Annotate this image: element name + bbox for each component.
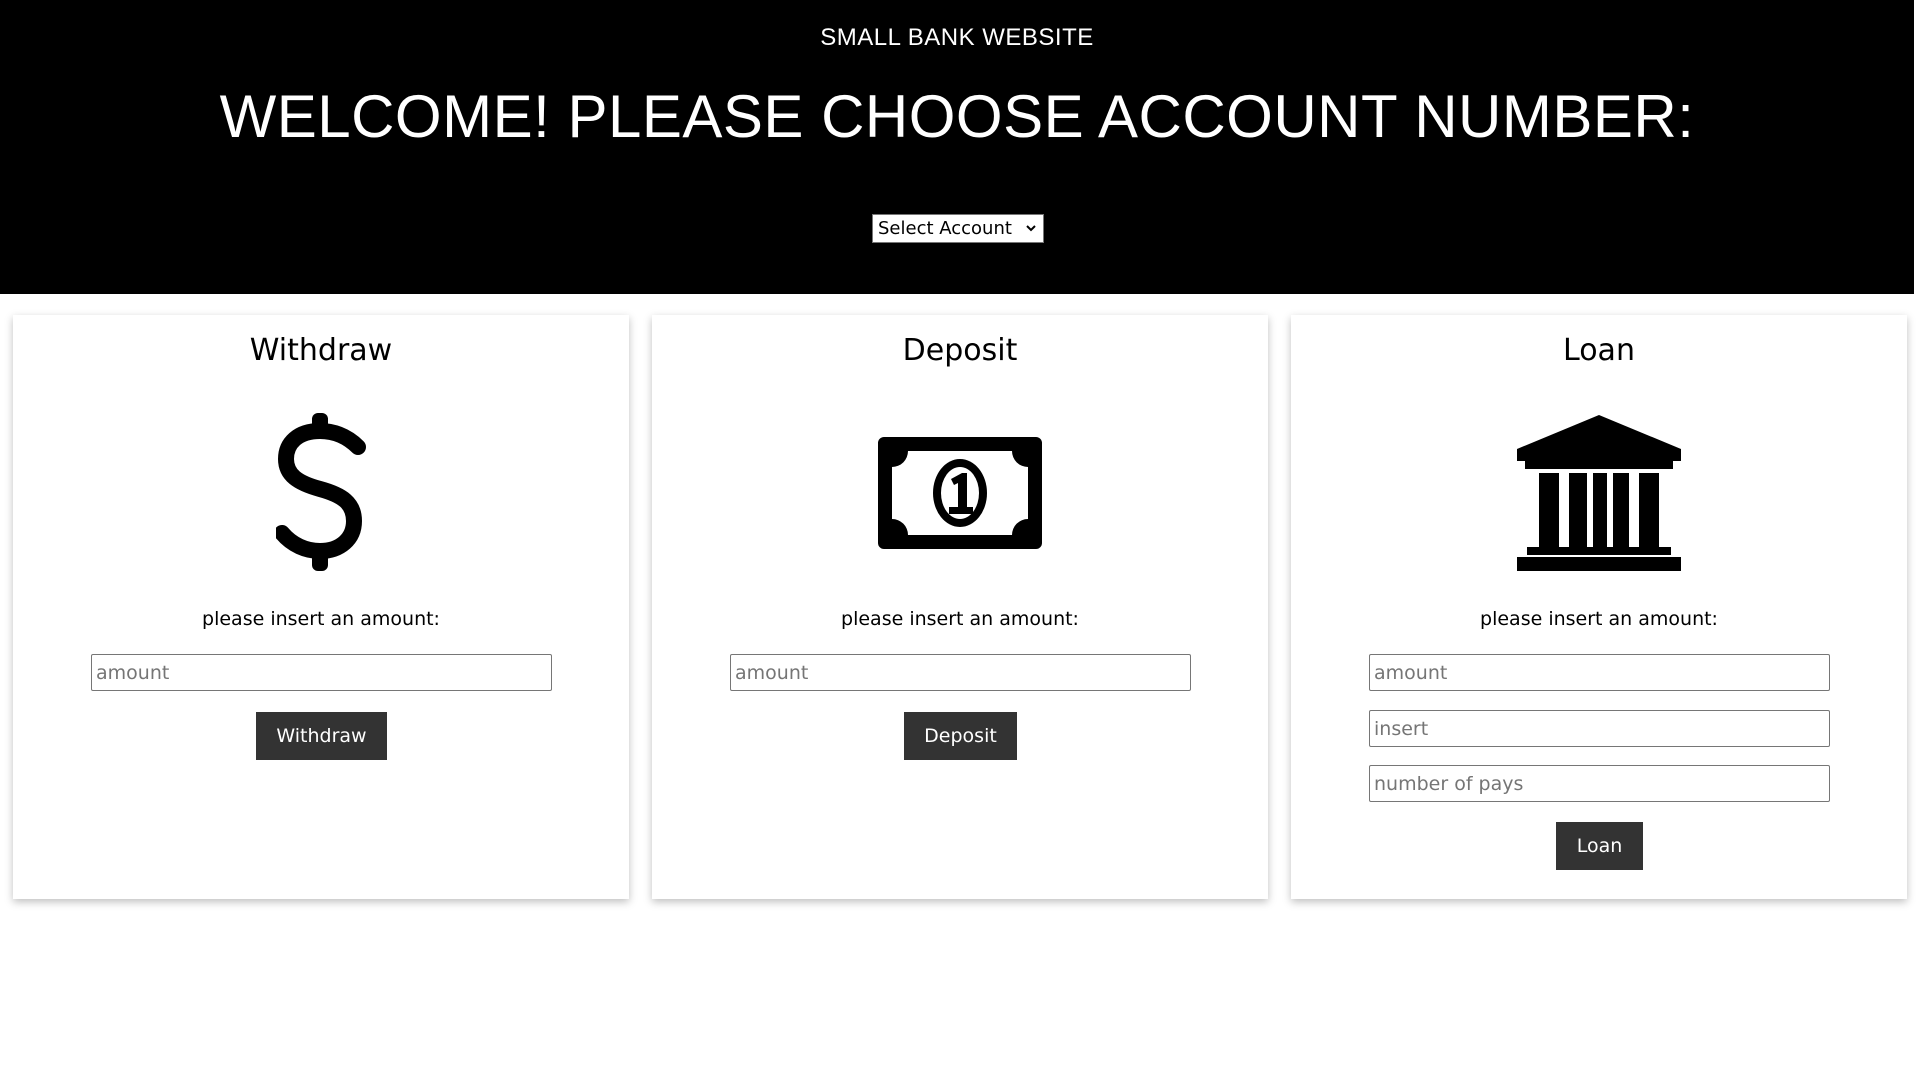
chevron-down-icon [1025,215,1037,252]
loan-card: Loan please insert an amount: Loan [1291,315,1907,899]
account-select[interactable]: Select Account [872,214,1044,243]
money-bill-icon [652,413,1268,573]
bank-building-icon [1291,413,1907,573]
loan-button[interactable]: Loan [1556,822,1643,870]
loan-amount-input[interactable] [1369,654,1830,691]
deposit-prompt: please insert an amount: [841,608,1079,630]
withdraw-title: Withdraw [249,333,393,368]
withdraw-button[interactable]: Withdraw [256,712,387,760]
welcome-heading: WELCOME! PLEASE CHOOSE ACCOUNT NUMBER: [219,83,1695,150]
site-header: SMALL BANK WEBSITE WELCOME! PLEASE CHOOS… [0,0,1914,294]
dollar-sign-icon [13,413,629,573]
withdraw-card: Withdraw please insert an amount: Withdr… [13,315,629,899]
deposit-amount-input[interactable] [730,654,1191,691]
loan-prompt: please insert an amount: [1480,608,1718,630]
loan-pays-input[interactable] [1369,765,1830,802]
loan-insert-input[interactable] [1369,710,1830,747]
deposit-title: Deposit [902,333,1018,368]
site-title: SMALL BANK WEBSITE [820,24,1094,51]
withdraw-prompt: please insert an amount: [202,608,440,630]
deposit-card: Deposit please insert an amount: Deposit [652,315,1268,899]
loan-title: Loan [1563,333,1635,368]
deposit-button[interactable]: Deposit [904,712,1017,760]
withdraw-amount-input[interactable] [91,654,552,691]
account-select-value: Select Account [878,218,1012,239]
